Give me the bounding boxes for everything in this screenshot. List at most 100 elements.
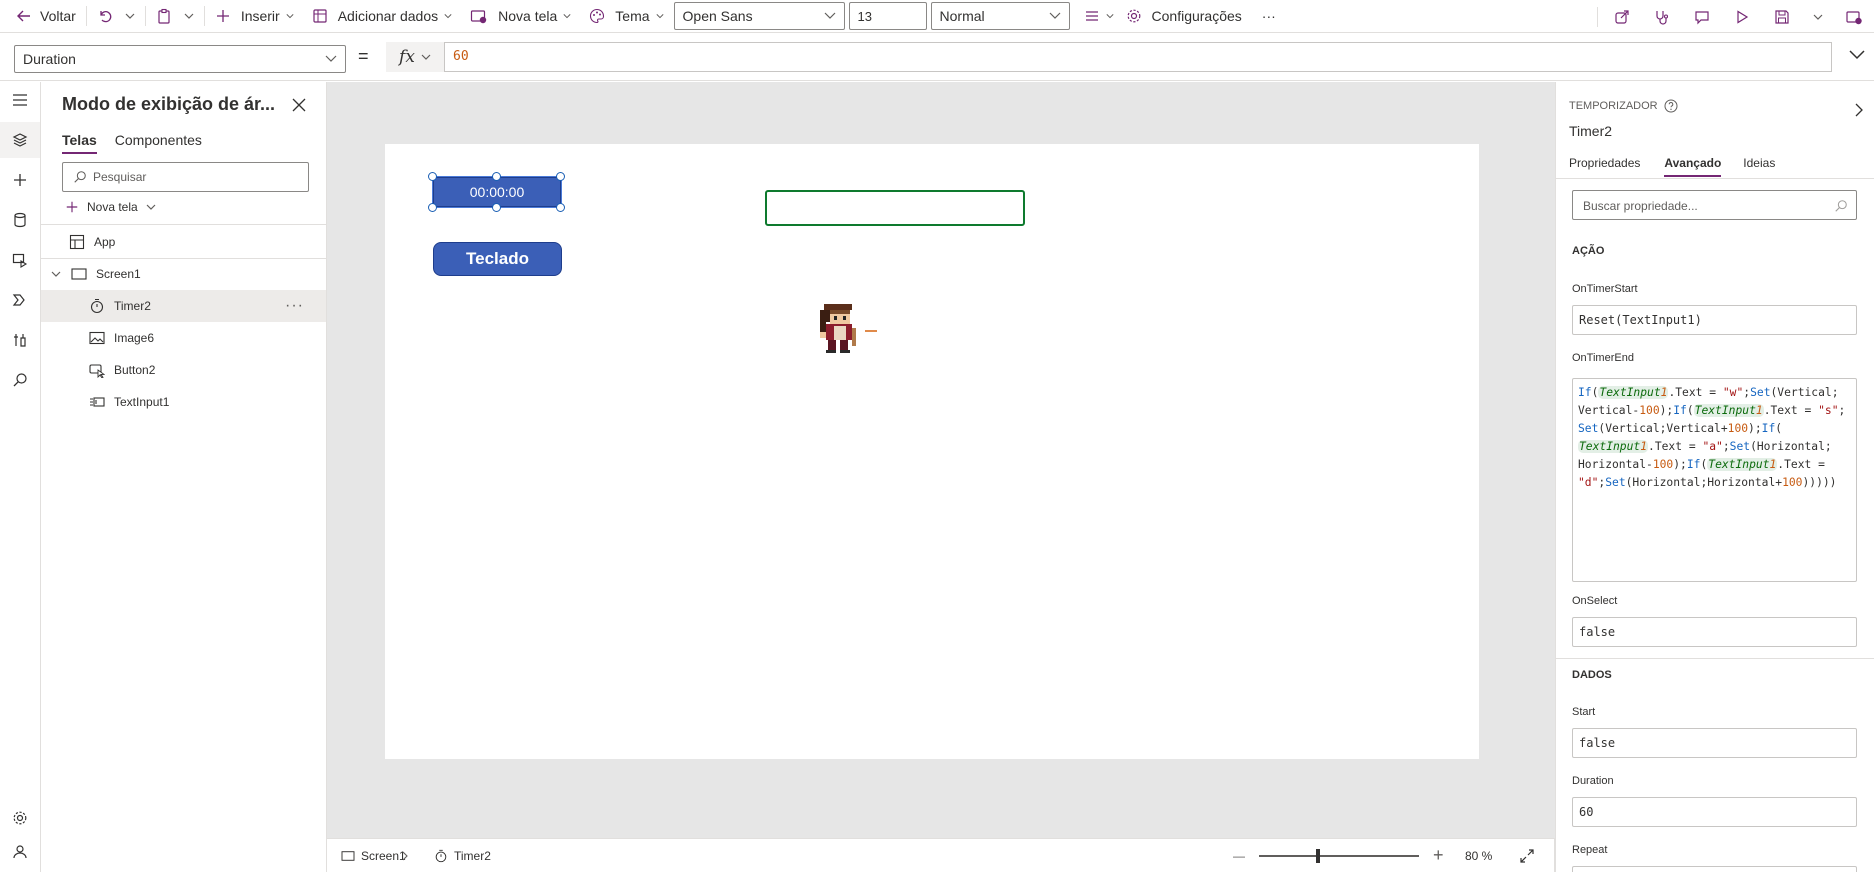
insert-button[interactable]: Inserir bbox=[209, 0, 300, 33]
chevron-down-icon bbox=[421, 54, 431, 60]
resize-handle[interactable] bbox=[556, 172, 565, 181]
font-weight-select[interactable]: Normal bbox=[930, 2, 1070, 30]
save-dropdown[interactable] bbox=[1802, 0, 1834, 33]
property-search-input[interactable]: Buscar propriedade... bbox=[1572, 190, 1857, 220]
breadcrumb-label: Screen1 bbox=[361, 849, 406, 863]
formula-input[interactable]: 60 bbox=[444, 42, 1832, 72]
undo-button[interactable] bbox=[91, 0, 119, 33]
settings-rail-button[interactable] bbox=[0, 800, 40, 836]
breadcrumb-timer2[interactable]: Timer2 bbox=[434, 849, 491, 863]
back-button[interactable]: Voltar bbox=[0, 0, 82, 33]
tree-item-button2[interactable]: Button2 bbox=[41, 354, 326, 386]
expand-formula-button[interactable] bbox=[1848, 49, 1866, 64]
close-tree-view-button[interactable] bbox=[292, 98, 306, 115]
chevron-down-icon bbox=[146, 204, 156, 210]
screen-canvas[interactable]: 00:00:00 Teclado bbox=[385, 144, 1479, 759]
data-rail-button[interactable] bbox=[0, 202, 40, 238]
tools-rail-button[interactable] bbox=[0, 322, 40, 358]
keyboard-button-control[interactable]: Teclado bbox=[433, 242, 562, 276]
tab-advanced[interactable]: Avançado bbox=[1664, 156, 1722, 177]
more-commands-button[interactable]: ··· bbox=[1256, 0, 1282, 33]
tree-search-input[interactable]: Pesquisar bbox=[62, 162, 309, 192]
tree-item-label: Timer2 bbox=[114, 299, 151, 313]
fx-button[interactable]: fx bbox=[386, 42, 444, 72]
section-action-header: AÇÃO bbox=[1572, 245, 1605, 257]
resize-handle[interactable] bbox=[492, 172, 501, 181]
new-screen-button[interactable]: Nova tela bbox=[464, 0, 577, 33]
play-icon bbox=[1737, 9, 1749, 24]
tab-ideas[interactable]: Ideias bbox=[1743, 156, 1775, 177]
canvas-area: 00:00:00 Teclado bbox=[327, 82, 1555, 838]
on-select-field[interactable]: false bbox=[1572, 617, 1857, 647]
on-timer-end-label: OnTimerEnd bbox=[1572, 352, 1634, 364]
hamburger-button[interactable] bbox=[0, 82, 40, 118]
flow-icon bbox=[12, 294, 25, 306]
on-timer-start-field[interactable]: Reset(TextInput1) bbox=[1572, 305, 1857, 335]
preview-button[interactable] bbox=[1722, 0, 1762, 33]
expand-icon bbox=[1520, 849, 1534, 863]
tree-item-image6[interactable]: Image6 bbox=[41, 322, 326, 354]
tree-view-button[interactable] bbox=[0, 122, 40, 158]
zoom-slider[interactable] bbox=[1259, 849, 1419, 863]
on-select-label: OnSelect bbox=[1572, 595, 1618, 607]
search-rail-button[interactable] bbox=[0, 362, 40, 398]
tab-properties[interactable]: Propriedades bbox=[1569, 156, 1640, 177]
tab-screens[interactable]: Telas bbox=[62, 132, 97, 154]
resize-handle[interactable] bbox=[428, 172, 437, 181]
paste-button[interactable] bbox=[150, 0, 178, 33]
paste-dropdown[interactable] bbox=[178, 0, 200, 33]
chevron-down-icon bbox=[125, 13, 135, 19]
theme-button[interactable]: Tema bbox=[583, 0, 669, 33]
collapse-properties-button[interactable] bbox=[1854, 102, 1864, 121]
character-sprite-image[interactable] bbox=[810, 302, 886, 362]
align-button[interactable] bbox=[1078, 0, 1120, 33]
zoom-out-button[interactable]: — bbox=[1233, 849, 1245, 863]
chevron-down-icon bbox=[563, 14, 571, 19]
resize-handle[interactable] bbox=[556, 203, 565, 212]
zoom-in-button[interactable]: + bbox=[1433, 845, 1444, 866]
resize-handle[interactable] bbox=[492, 203, 501, 212]
tree-item-timer2[interactable]: Timer2 ··· bbox=[41, 290, 326, 322]
insert-rail-button[interactable] bbox=[0, 162, 40, 198]
tree-item-more-button[interactable]: ··· bbox=[285, 297, 304, 315]
share-button[interactable] bbox=[1602, 0, 1642, 33]
tree-item-textinput1[interactable]: TextInput1 bbox=[41, 386, 326, 418]
database-icon bbox=[14, 212, 26, 228]
stethoscope-icon bbox=[1656, 10, 1669, 25]
font-weight-value: Normal bbox=[939, 8, 985, 24]
chevron-down-icon bbox=[325, 55, 337, 62]
on-timer-end-field[interactable]: If(TextInput1.Text = "w";Set(Vertical; V… bbox=[1572, 378, 1857, 582]
help-icon[interactable] bbox=[1664, 99, 1678, 113]
tree-item-screen1[interactable]: Screen1 bbox=[41, 258, 326, 290]
publish-button[interactable] bbox=[1834, 0, 1874, 33]
tree-item-app[interactable]: App bbox=[41, 226, 326, 258]
equals-sign: = bbox=[358, 46, 369, 66]
font-family-select[interactable]: Open Sans bbox=[673, 2, 845, 30]
undo-dropdown[interactable] bbox=[119, 0, 141, 33]
save-button[interactable] bbox=[1762, 0, 1802, 33]
app-checker-button[interactable] bbox=[1642, 0, 1682, 33]
font-size-input[interactable]: 13 bbox=[848, 2, 927, 30]
fit-to-window-button[interactable] bbox=[1519, 848, 1535, 867]
comments-button[interactable] bbox=[1682, 0, 1722, 33]
control-type-label: TEMPORIZADOR bbox=[1569, 99, 1678, 113]
add-data-button[interactable]: Adicionar dados bbox=[306, 0, 458, 33]
theme-label: Tema bbox=[615, 8, 650, 24]
property-dropdown[interactable]: Duration bbox=[14, 45, 346, 73]
settings-button[interactable]: Configurações bbox=[1120, 0, 1248, 33]
save-icon bbox=[1775, 9, 1789, 24]
duration-field[interactable]: 60 bbox=[1572, 797, 1857, 827]
virtual-agent-rail-button[interactable] bbox=[0, 834, 40, 870]
screen-icon bbox=[70, 265, 88, 283]
tab-components[interactable]: Componentes bbox=[115, 132, 202, 154]
start-field[interactable]: false bbox=[1572, 728, 1857, 758]
breadcrumb-screen1[interactable]: Screen1 bbox=[341, 849, 406, 863]
resize-handle[interactable] bbox=[428, 203, 437, 212]
repeat-field[interactable] bbox=[1572, 866, 1857, 872]
media-rail-button[interactable] bbox=[0, 242, 40, 278]
divider bbox=[85, 6, 87, 26]
power-automate-rail-button[interactable] bbox=[0, 282, 40, 318]
tree-new-screen-button[interactable]: Nova tela bbox=[65, 200, 156, 214]
zoom-slider-thumb[interactable] bbox=[1316, 849, 1321, 863]
text-input-control[interactable] bbox=[765, 190, 1025, 226]
